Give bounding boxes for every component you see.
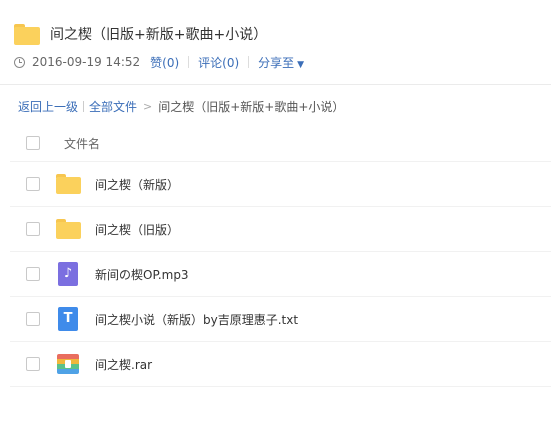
share-title: 间之楔（旧版+新版+歌曲+小说）: [50, 27, 268, 43]
list-item[interactable]: 间之楔.rar: [10, 342, 551, 387]
row-checkbox[interactable]: [26, 177, 40, 191]
share-header: 间之楔（旧版+新版+歌曲+小说） 2016-09-19 14:52 赞(0) 评…: [14, 21, 551, 72]
divider: [248, 56, 250, 68]
share-datetime: 2016-09-19 14:52: [32, 55, 141, 69]
file-name[interactable]: 间之楔（旧版）: [95, 221, 179, 238]
chevron-right-icon: >: [143, 100, 153, 113]
row-checkbox[interactable]: [26, 222, 40, 236]
file-list: 文件名 间之楔（新版） 间之楔（旧版） ♪ 新间の楔OP.mp3 T 间之楔小说…: [10, 125, 551, 387]
divider: [188, 56, 190, 68]
meta-row: 2016-09-19 14:52 赞(0) 评论(0) 分享至 ▼: [14, 52, 551, 72]
music-file-icon: ♪: [56, 262, 81, 286]
list-item[interactable]: ♪ 新间の楔OP.mp3: [10, 252, 551, 297]
folder-icon: [56, 217, 81, 241]
text-file-icon: T: [56, 307, 81, 331]
divider: [83, 101, 85, 112]
all-files-link[interactable]: 全部文件: [89, 98, 137, 115]
file-name[interactable]: 间之楔小说（新版）by吉原理惠子.txt: [95, 311, 298, 328]
archive-file-icon: [56, 352, 81, 376]
share-menu-button[interactable]: 分享至 ▼: [258, 54, 304, 71]
like-button[interactable]: 赞(0): [150, 54, 179, 71]
title-row: 间之楔（旧版+新版+歌曲+小说）: [14, 21, 551, 47]
comment-button[interactable]: 评论(0): [198, 54, 239, 71]
folder-icon: [56, 172, 81, 196]
header-divider: [0, 84, 551, 85]
list-header: 文件名: [10, 125, 551, 162]
row-checkbox[interactable]: [26, 267, 40, 281]
row-checkbox[interactable]: [26, 312, 40, 326]
folder-icon: [14, 24, 40, 45]
list-item[interactable]: T 间之楔小说（新版）by吉原理惠子.txt: [10, 297, 551, 342]
select-all-checkbox[interactable]: [26, 136, 40, 150]
list-item[interactable]: 间之楔（旧版）: [10, 207, 551, 252]
file-name[interactable]: 间之楔.rar: [95, 356, 152, 373]
column-header-filename: 文件名: [64, 136, 101, 151]
back-link[interactable]: 返回上一级: [18, 98, 78, 115]
share-label: 分享至: [258, 55, 295, 70]
list-item[interactable]: 间之楔（新版）: [10, 162, 551, 207]
row-checkbox[interactable]: [26, 357, 40, 371]
file-name[interactable]: 间之楔（新版）: [95, 176, 179, 193]
clock-icon: [14, 56, 25, 68]
chevron-down-icon: ▼: [297, 59, 305, 70]
file-name[interactable]: 新间の楔OP.mp3: [95, 266, 189, 283]
breadcrumb-current: 间之楔（旧版+新版+歌曲+小说）: [158, 100, 345, 114]
breadcrumb: 返回上一级 全部文件 > 间之楔（旧版+新版+歌曲+小说）: [18, 98, 344, 115]
